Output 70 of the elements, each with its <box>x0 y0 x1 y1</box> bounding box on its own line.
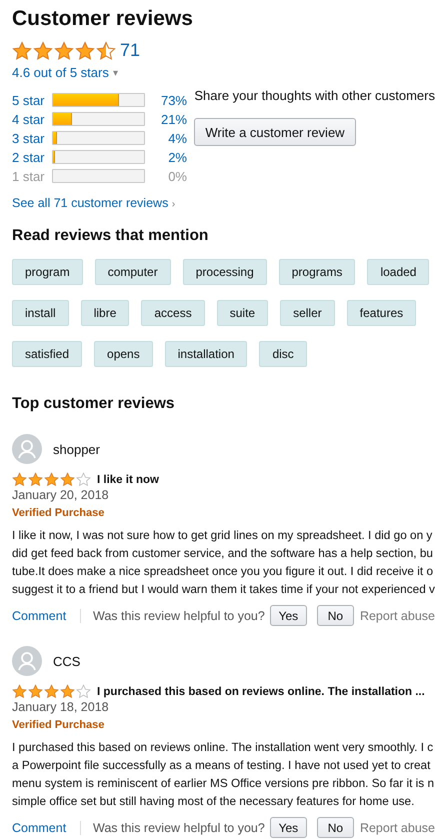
review-date: January 20, 2018 <box>12 487 109 504</box>
review-text: I like it now, I was not sure how to get grid lines on my spreadsheet. I did go on y did get feed back from customer service, and the software has a help section, bu tube.It does make a nice spreadsheet once you you figure it out. I did receive it o suggest it to a friend but I would warn them it takes time if your not experienced v <box>12 527 435 598</box>
keyword-tag[interactable]: access <box>141 300 205 326</box>
section-heading: Top customer reviews <box>12 394 176 414</box>
keyword-tag[interactable]: seller <box>280 300 335 326</box>
percent-label: 0% <box>167 168 187 184</box>
review-title[interactable]: I like it now <box>97 474 159 486</box>
star-level-label[interactable]: 5 star <box>12 92 52 108</box>
keyword-tag[interactable]: programs <box>278 259 356 285</box>
star-icon <box>54 40 74 60</box>
keyword-tag[interactable]: disc <box>259 341 307 367</box>
star-level-label: 1 star <box>12 168 46 184</box>
report-abuse-link[interactable]: Report abuse <box>360 820 435 834</box>
yes-button[interactable]: Yes <box>270 605 307 626</box>
review-date: January 18, 2018 <box>12 699 109 716</box>
star-icon <box>76 472 91 487</box>
verified-purchase-label: Verified Purchase <box>12 718 104 733</box>
verified-purchase-label: Verified Purchase <box>12 506 104 521</box>
star-level-label[interactable]: 2 star <box>12 150 52 164</box>
review-text: I purchased this based on reviews online. The installation went very smoothly. I c a Powerpoint file successfully as a means of testing. I have not used yet to creat menu system is reminiscent of earlier MS Office versions pre ribbon. So far it is n simple office set but still having most of the necessary features for home use. <box>12 739 434 810</box>
avatar-icon <box>12 434 42 464</box>
keyword-tag[interactable]: libre <box>80 300 130 326</box>
yes-button[interactable]: Yes <box>270 817 307 838</box>
star-icon <box>44 684 59 699</box>
comment-link[interactable]: Comment <box>12 820 66 834</box>
helpful-question: Was this review helpful to you? <box>93 608 265 622</box>
star-icon <box>44 472 59 487</box>
star-icon <box>28 472 43 487</box>
percent-label[interactable]: 21% <box>145 112 187 126</box>
average-rating-link[interactable]: 4.6 out of 5 stars ▾ <box>12 65 118 80</box>
keyword-tag[interactable]: suite <box>216 300 268 326</box>
section-title: Customer reviews <box>12 6 194 32</box>
star-level-label[interactable]: 3 star <box>12 130 52 146</box>
star-icon <box>33 40 53 60</box>
no-button[interactable]: No <box>316 605 354 626</box>
star-icon <box>12 40 32 60</box>
star-icon <box>12 472 27 487</box>
reviewer-name: shopper <box>53 442 100 456</box>
keyword-tag[interactable]: processing <box>182 259 267 285</box>
keyword-tag[interactable]: opens <box>94 341 153 367</box>
keyword-tag[interactable]: installation <box>164 341 248 367</box>
keyword-tag[interactable]: computer <box>94 259 171 285</box>
review-title[interactable]: I purchased this based on reviews online. The installation ... <box>97 686 425 698</box>
keyword-tag[interactable]: program <box>12 259 83 285</box>
rating-count-link[interactable]: 71 <box>120 40 140 61</box>
see-all-reviews-link[interactable]: See all 71 customer reviews › <box>12 196 176 210</box>
star-icon <box>28 684 43 699</box>
star-icon <box>12 684 27 699</box>
star-icon <box>96 40 116 60</box>
star-icon <box>60 472 75 487</box>
comment-link[interactable]: Comment <box>12 608 66 622</box>
write-review-button[interactable]: Write a customer review <box>194 118 356 146</box>
star-icon <box>75 40 95 60</box>
keyword-tag[interactable]: install <box>12 300 69 326</box>
percent-label[interactable]: 4% <box>145 130 187 146</box>
no-button[interactable]: No <box>316 817 354 838</box>
star-icon <box>60 684 75 699</box>
share-prompt: Share your thoughts with other customers <box>194 88 435 104</box>
reviewer-name: CCS <box>53 654 80 668</box>
keyword-tag[interactable]: loaded <box>367 259 430 285</box>
star-level-label[interactable]: 4 star <box>12 112 52 126</box>
percent-label[interactable]: 73% <box>145 92 187 108</box>
avatar-icon <box>12 646 42 676</box>
star-icon <box>76 684 91 699</box>
percent-label[interactable]: 2% <box>145 150 187 164</box>
keyword-tag[interactable]: satisfied <box>12 341 82 367</box>
helpful-question: Was this review helpful to you? <box>93 820 265 834</box>
keyword-tag[interactable]: features <box>346 300 416 326</box>
section-heading: Read reviews that mention <box>12 226 210 246</box>
report-abuse-link[interactable]: Report abuse <box>360 608 435 622</box>
